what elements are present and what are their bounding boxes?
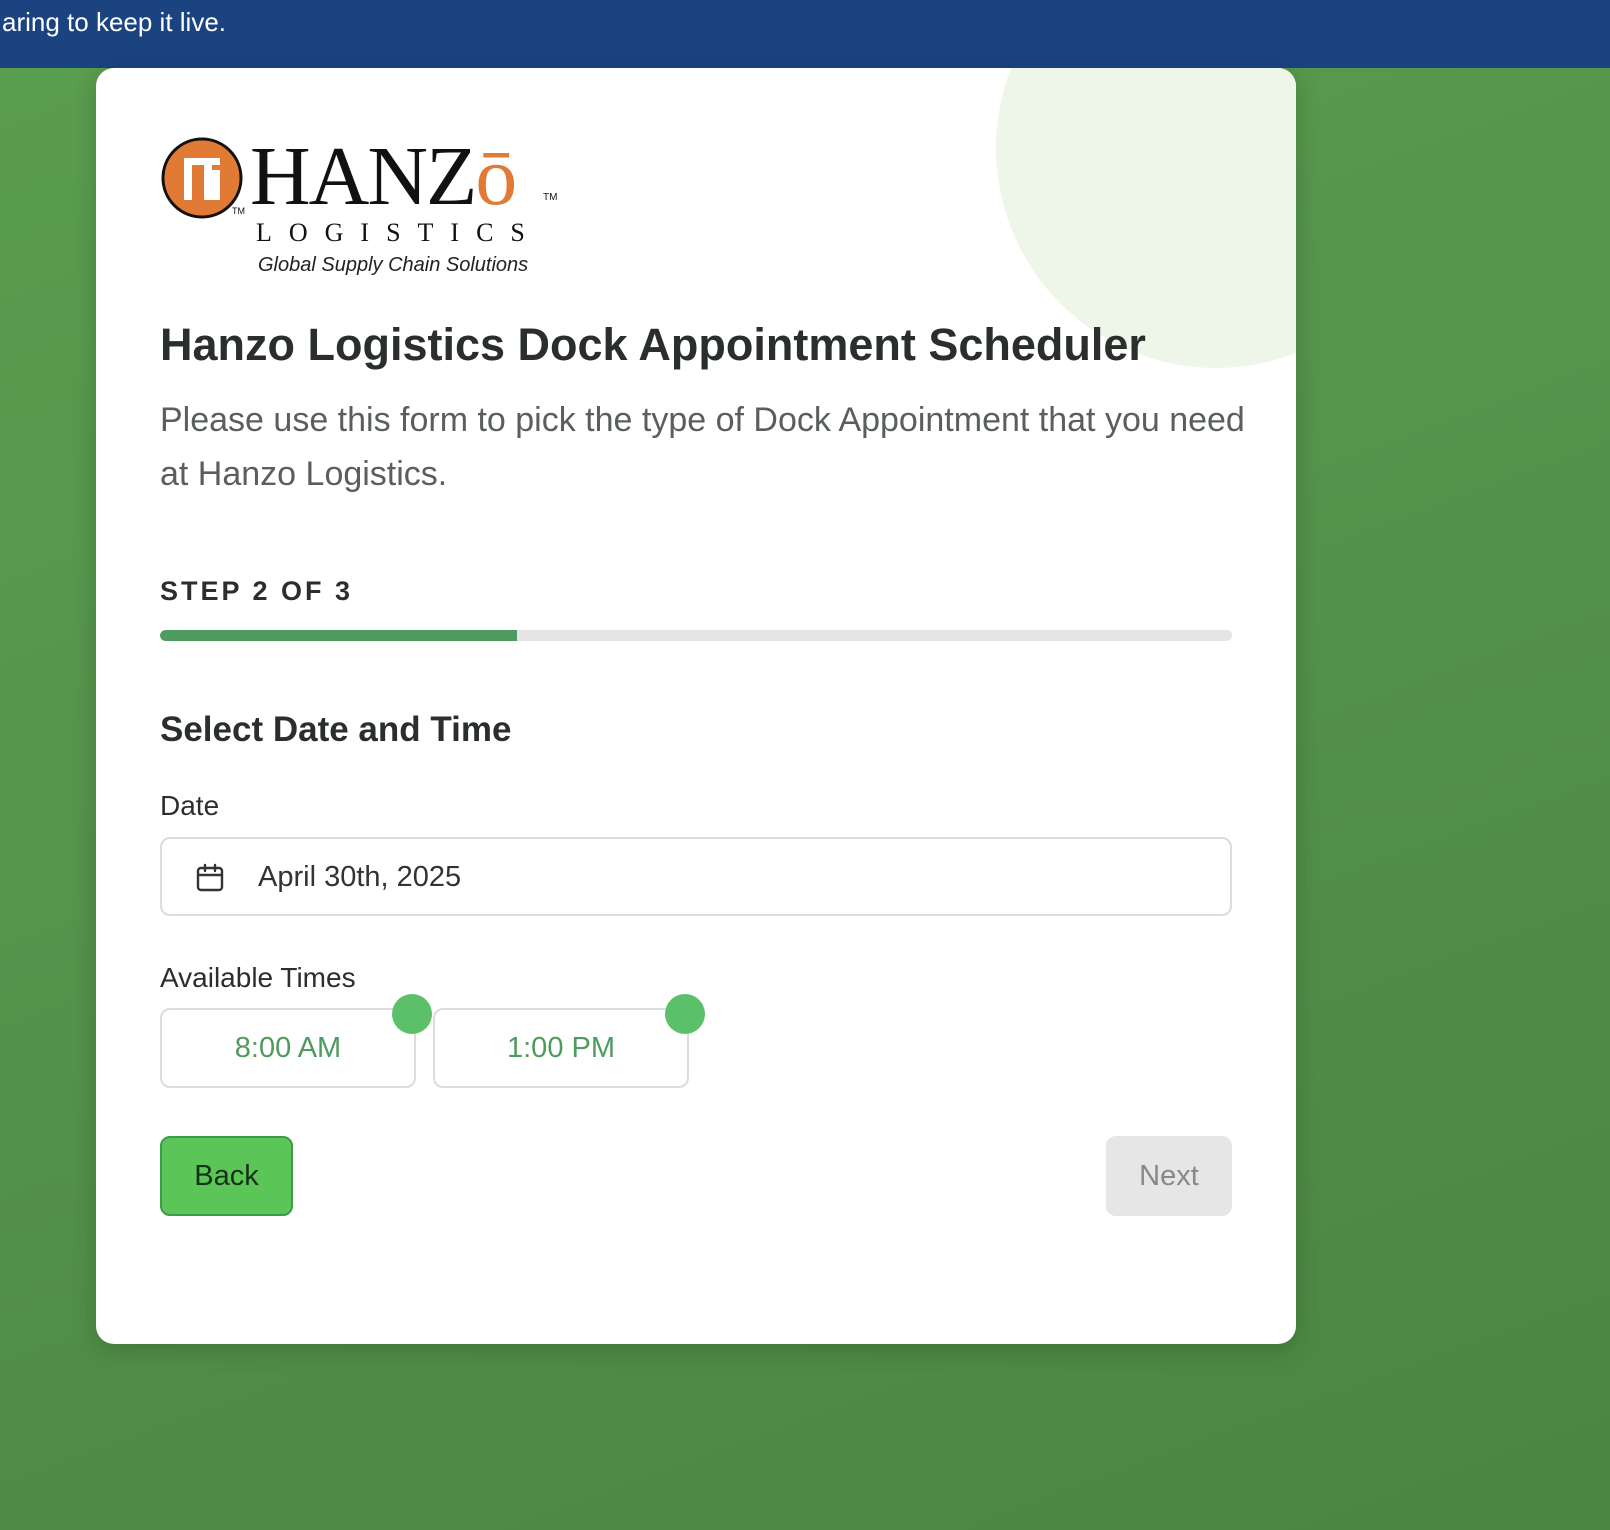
progress-bar	[160, 630, 1232, 641]
calendar-icon	[196, 863, 224, 892]
logo-trademark: TM	[543, 192, 558, 203]
hanzo-logo: TM HANZō TM LOGISTICS Global Supply Chai…	[160, 132, 560, 282]
banner-text: aring to keep it live.	[2, 7, 227, 37]
slot-indicator-dot	[665, 994, 705, 1034]
scheduler-card: TM HANZō TM LOGISTICS Global Supply Chai…	[96, 68, 1296, 1344]
logo-wordmark: HANZō	[250, 130, 517, 223]
time-slot-button[interactable]: 8:00 AM	[160, 1008, 416, 1088]
page-title: Hanzo Logistics Dock Appointment Schedul…	[160, 319, 1146, 370]
section-title: Select Date and Time	[160, 710, 512, 749]
available-times-label: Available Times	[160, 962, 356, 993]
date-value: April 30th, 2025	[258, 861, 462, 893]
top-banner: aring to keep it live.	[0, 0, 1610, 68]
next-button[interactable]: Next	[1106, 1136, 1232, 1216]
page-description: Please use this form to pick the type of…	[160, 401, 1245, 493]
step-indicator: STEP 2 OF 3	[160, 576, 354, 606]
time-slot-button[interactable]: 1:00 PM	[433, 1008, 689, 1088]
back-button[interactable]: Back	[160, 1136, 293, 1216]
slot-indicator-dot	[392, 994, 432, 1034]
date-picker-field[interactable]: April 30th, 2025	[160, 837, 1232, 916]
date-label: Date	[160, 790, 220, 821]
logo-trademark: TM	[232, 206, 245, 216]
progress-bar-fill	[160, 630, 517, 641]
logo-tagline: Global Supply Chain Solutions	[258, 254, 529, 276]
logo-subtitle: LOGISTICS	[256, 218, 542, 247]
